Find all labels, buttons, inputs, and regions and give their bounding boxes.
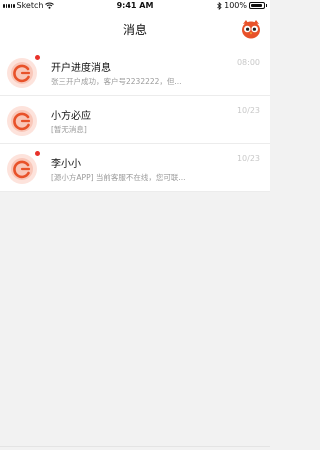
conversation-time: 10/23 bbox=[236, 106, 260, 115]
conversation-row[interactable]: 小方必应 [暂无消息] 10/23 bbox=[0, 96, 270, 144]
app-logo-icon bbox=[7, 58, 37, 88]
bluetooth-icon bbox=[217, 1, 222, 10]
conversation-list: 开户进度消息 张三开户成功，客户号2232222，但... 08:00 小方必应… bbox=[0, 48, 270, 192]
conversation-preview: 张三开户成功，客户号2232222，但... bbox=[51, 77, 182, 86]
owl-mascot-icon[interactable] bbox=[240, 18, 262, 40]
conversation-row[interactable]: 李小小 [源小方APP] 当前客服不在线，您可联... 10/23 bbox=[0, 144, 270, 192]
battery-icon bbox=[249, 2, 265, 9]
conversation-name: 李小小 bbox=[51, 159, 81, 170]
page-title: 消息 bbox=[122, 23, 147, 37]
divider bbox=[0, 446, 270, 447]
conversation-preview: [源小方APP] 当前客服不在线，您可联... bbox=[51, 173, 186, 182]
app-logo-icon bbox=[7, 154, 37, 184]
status-bar-right: 100% bbox=[217, 1, 267, 10]
unread-dot bbox=[35, 151, 40, 156]
unread-dot bbox=[35, 55, 40, 60]
battery-percent: 100% bbox=[224, 1, 247, 10]
conversation-name: 小方必应 bbox=[51, 111, 91, 122]
status-bar: Sketch 9:41 AM 100% bbox=[0, 0, 270, 12]
conversation-time: 08:00 bbox=[236, 58, 260, 67]
nav-bar: 消息 bbox=[0, 12, 270, 48]
conversation-name: 开户进度消息 bbox=[51, 63, 111, 74]
conversation-time: 10/23 bbox=[236, 154, 260, 163]
conversation-preview: [暂无消息] bbox=[51, 125, 87, 134]
app-logo-icon bbox=[7, 106, 37, 136]
conversation-row[interactable]: 开户进度消息 张三开户成功，客户号2232222，但... 08:00 bbox=[0, 48, 270, 96]
battery-nub bbox=[266, 4, 267, 7]
